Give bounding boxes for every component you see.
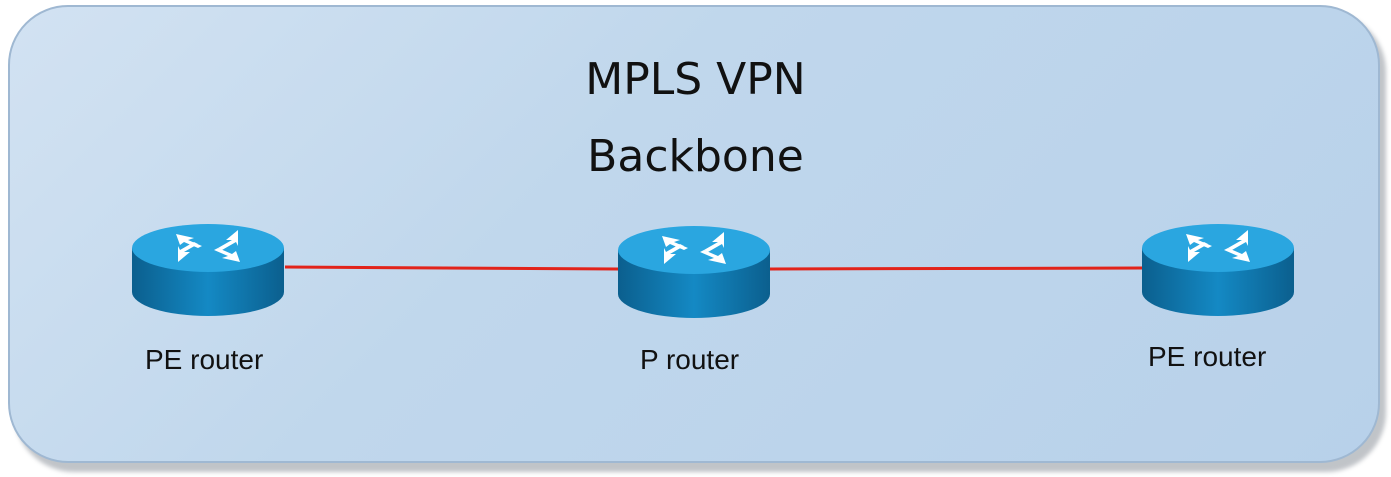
router-icon <box>616 224 772 320</box>
router-icon <box>130 222 286 318</box>
router-label: P router <box>640 344 740 375</box>
router-label: PE router <box>1148 341 1267 372</box>
router-icon <box>1140 222 1296 318</box>
router-label: PE router <box>145 344 264 375</box>
link-pe-left-to-p <box>284 265 619 271</box>
link-p-to-pe-right <box>769 266 1143 271</box>
diagram-canvas: MPLS VPN Backbone PE router P router PE … <box>0 0 1391 477</box>
